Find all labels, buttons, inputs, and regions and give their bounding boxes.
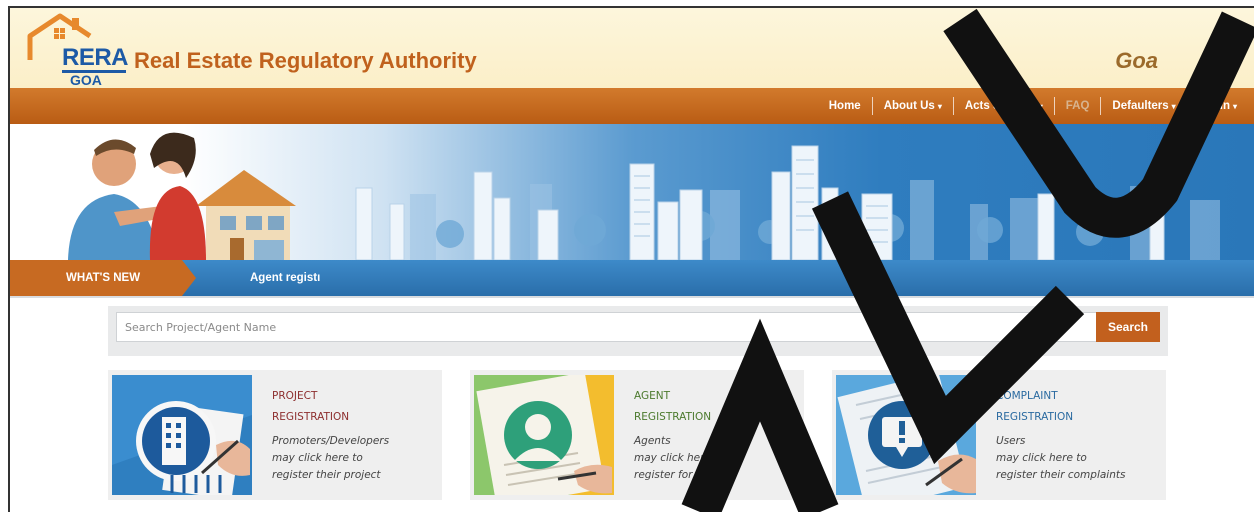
caret-down-icon: ▾	[1171, 102, 1176, 111]
agent-registration-thumbnail	[474, 375, 614, 495]
project-registration-text: PROJECT REGISTRATION Promoters/Developer…	[272, 386, 442, 484]
card-desc-line: register their complaints	[996, 469, 1126, 481]
site-header: RERA GOA Real Estate Regulatory Authorit…	[10, 8, 1254, 88]
card-title-line: COMPLAINT	[996, 390, 1058, 402]
card-desc-line: may click here to	[272, 452, 363, 464]
state-name: Goa	[1115, 48, 1158, 73]
card-desc-line: may click here to	[634, 452, 725, 464]
divider	[10, 296, 1254, 298]
search-input[interactable]	[116, 312, 1102, 342]
agent-profile-icon	[474, 375, 614, 495]
nav-item-label: About Us	[883, 100, 935, 112]
complaint-registration-thumbnail	[836, 375, 976, 495]
card-desc-line: Users	[996, 435, 1026, 447]
caret-down-icon: ▾	[1038, 102, 1043, 111]
card-desc-line: may click here to	[996, 452, 1087, 464]
nav-item-about-us[interactable]: About Us ▾	[873, 97, 954, 115]
nav-item-label: Defaulters	[1112, 100, 1169, 112]
card-desc-line: Promoters/Developers	[272, 435, 390, 447]
logo-goa-text: GOA	[70, 72, 102, 88]
card-desc-line: register their project	[272, 469, 381, 481]
nav-item-faq[interactable]: FAQ	[1055, 97, 1102, 115]
complaint-alert-icon	[836, 375, 976, 495]
card-title-line: REGISTRATION	[996, 411, 1074, 423]
nav-item-label: Login	[1198, 100, 1230, 112]
search-button[interactable]: Search	[1096, 312, 1160, 342]
complaint-registration-text: COMPLAINT REGISTRATION Users may click h…	[996, 386, 1166, 484]
main-navbar: Home About Us ▾ Acts & Rules ▾ FAQ Default…	[10, 88, 1254, 124]
nav-item-home[interactable]: Home	[818, 97, 873, 115]
project-registration-thumbnail	[112, 375, 252, 495]
nav-item-label: Acts & Rules	[964, 100, 1036, 112]
city-skyline-illustration	[68, 132, 1220, 260]
nav-item-label: Home	[828, 100, 861, 112]
card-title-line: REGISTRATION	[634, 411, 712, 423]
card-title-line: REGISTRATION	[272, 411, 350, 423]
agent-registration-card[interactable]: AGENT REGISTRATION Agents may click here…	[470, 370, 804, 500]
hero-banner	[10, 124, 1254, 260]
building-document-icon	[112, 375, 252, 495]
card-description: Users may click here to register their c…	[996, 433, 1166, 484]
agent-registration-text: AGENT REGISTRATION Agents may click here…	[634, 386, 804, 484]
site-title: Real Estate Regulatory Authority	[134, 48, 477, 73]
nav-menu: Home About Us ▾ Acts & Rules ▾ FAQ Default…	[818, 88, 1248, 124]
caret-down-icon: ▾	[1232, 102, 1237, 111]
rera-logo[interactable]: RERA GOA	[24, 12, 134, 88]
nav-item-acts-rules[interactable]: Acts & Rules ▾	[954, 97, 1055, 115]
search-panel: Search	[108, 306, 1168, 356]
caret-down-icon: ▾	[937, 102, 942, 111]
whats-new-bar: WHAT'S NEW Agent registı	[10, 260, 1254, 296]
complaint-registration-card[interactable]: COMPLAINT REGISTRATION Users may click h…	[832, 370, 1166, 500]
page-frame: RERA GOA Real Estate Regulatory Authorit…	[8, 6, 1254, 512]
card-desc-line: Agents	[634, 435, 671, 447]
whats-new-label: WHAT'S NEW	[10, 260, 182, 296]
logo-rera-text: RERA	[62, 44, 129, 71]
nav-item-login[interactable]: Login ▾	[1188, 97, 1248, 115]
project-registration-card[interactable]: PROJECT REGISTRATION Promoters/Developer…	[108, 370, 442, 500]
card-title: COMPLAINT REGISTRATION	[996, 386, 1166, 428]
card-title-line: PROJECT	[272, 390, 318, 402]
card-title: PROJECT REGISTRATION	[272, 386, 442, 428]
nav-item-defaulters[interactable]: Defaulters ▾	[1101, 97, 1188, 115]
card-desc-line: register for project	[634, 469, 733, 481]
card-title: AGENT REGISTRATION	[634, 386, 804, 428]
card-title-line: AGENT	[634, 390, 671, 402]
nav-item-label: FAQ	[1065, 100, 1090, 112]
whats-new-ticker[interactable]: Agent registı	[250, 260, 320, 296]
card-description: Agents may click here to register for pr…	[634, 433, 804, 484]
card-description: Promoters/Developers may click here to r…	[272, 433, 442, 484]
whats-new-arrow	[182, 260, 196, 296]
